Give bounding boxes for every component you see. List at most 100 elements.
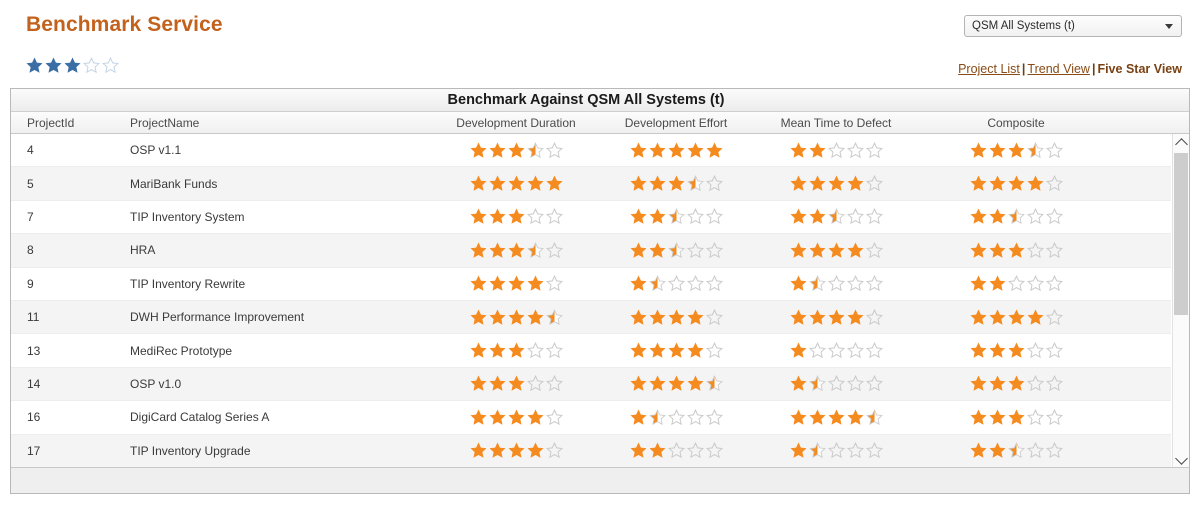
star-filled-icon	[969, 442, 987, 458]
star-filled-icon	[469, 442, 487, 458]
star-empty-icon	[545, 408, 563, 425]
star-empty-icon	[686, 408, 704, 425]
link-five-star-view[interactable]: Five Star View	[1097, 62, 1182, 76]
star-filled-icon	[26, 57, 43, 73]
star-filled-icon	[988, 375, 1006, 392]
star-filled-icon	[1007, 242, 1025, 258]
star-empty-icon	[1026, 241, 1044, 258]
star-filled-icon	[789, 342, 807, 358]
star-filled-icon	[988, 342, 1006, 358]
column-header-development-duration[interactable]: Development Duration	[436, 116, 596, 130]
star-filled-icon	[846, 409, 864, 425]
star-empty-icon	[1026, 442, 1044, 459]
table-row[interactable]: 9 TIP Inventory Rewrite	[11, 267, 1171, 301]
star-filled-icon	[1007, 342, 1025, 358]
scrollbar-track[interactable]	[1173, 151, 1189, 451]
star-filled-icon	[686, 342, 704, 358]
column-header-composite[interactable]: Composite	[916, 116, 1116, 130]
star-filled-icon	[667, 375, 685, 392]
table-row[interactable]: 7 TIP Inventory System	[11, 200, 1171, 235]
star-half-icon	[1026, 141, 1044, 158]
table-row[interactable]: 11 DWH Performance Improvement	[11, 300, 1171, 335]
cell-mean-time-to-defect-rating	[756, 175, 916, 192]
table-row[interactable]: 13 MediRec Prototype	[11, 334, 1171, 368]
table-row[interactable]: 5 MariBank Funds	[11, 167, 1171, 201]
star-filled-icon	[469, 208, 487, 225]
system-select[interactable]: QSM All Systems (t)	[964, 15, 1182, 37]
star-filled-icon	[526, 309, 544, 325]
star-filled-icon	[545, 175, 563, 191]
star-empty-icon	[1045, 375, 1063, 392]
star-empty-icon	[83, 57, 100, 74]
star-rating	[469, 442, 563, 459]
star-filled-icon	[1007, 409, 1025, 425]
star-filled-icon	[488, 409, 506, 425]
star-filled-icon	[988, 175, 1006, 191]
scroll-down-button[interactable]	[1173, 451, 1189, 468]
vertical-scrollbar[interactable]	[1172, 134, 1189, 468]
star-rating	[969, 442, 1063, 459]
star-empty-icon	[705, 442, 723, 459]
star-rating	[629, 142, 723, 159]
star-rating	[629, 375, 723, 392]
star-rating	[469, 342, 563, 359]
star-filled-icon	[969, 309, 987, 325]
star-empty-icon	[827, 375, 845, 392]
cell-development-effort-rating	[596, 375, 756, 392]
chevron-up-icon	[1174, 137, 1188, 151]
star-half-icon	[827, 208, 845, 225]
star-filled-icon	[488, 309, 506, 325]
star-empty-icon	[846, 442, 864, 459]
cell-projectid: 11	[27, 310, 40, 325]
star-filled-icon	[507, 142, 525, 158]
star-empty-icon	[526, 375, 544, 392]
star-rating	[969, 375, 1063, 392]
chevron-down-icon	[1174, 451, 1188, 465]
cell-mean-time-to-defect-rating	[756, 342, 916, 359]
star-rating	[629, 208, 723, 225]
scrollbar-thumb[interactable]	[1174, 153, 1188, 315]
cell-development-duration-rating	[436, 175, 596, 192]
table-row[interactable]: 4 OSP v1.1	[11, 134, 1171, 168]
star-filled-icon	[988, 409, 1006, 425]
star-filled-icon	[629, 342, 647, 358]
star-filled-icon	[988, 275, 1006, 291]
star-empty-icon	[808, 342, 826, 359]
link-trend-view[interactable]: Trend View	[1027, 62, 1090, 76]
table-row[interactable]: 8 HRA	[11, 234, 1171, 268]
column-header-projectname[interactable]: ProjectName	[116, 116, 436, 130]
scroll-up-button[interactable]	[1173, 134, 1189, 151]
star-filled-icon	[469, 342, 487, 358]
star-filled-icon	[648, 242, 666, 258]
star-empty-icon	[865, 375, 883, 392]
table-row[interactable]: 17 TIP Inventory Upgrade	[11, 434, 1171, 468]
star-filled-icon	[808, 175, 826, 191]
table-row[interactable]: 16 DigiCard Catalog Series A	[11, 401, 1171, 435]
star-empty-icon	[1045, 442, 1063, 459]
star-filled-icon	[488, 175, 506, 191]
cell-mean-time-to-defect-rating	[756, 275, 916, 292]
column-header-development-effort[interactable]: Development Effort	[596, 116, 756, 130]
star-empty-icon	[865, 141, 883, 158]
column-header-mean-time-to-defect[interactable]: Mean Time to Defect	[756, 116, 916, 130]
star-filled-icon	[469, 375, 487, 392]
star-filled-icon	[526, 175, 544, 191]
star-filled-icon	[988, 309, 1006, 325]
cell-projectname: OSP v1.0	[130, 376, 182, 391]
star-rating	[469, 308, 563, 326]
star-filled-icon	[808, 242, 826, 258]
star-filled-icon	[789, 142, 807, 158]
star-filled-icon	[629, 375, 647, 392]
link-project-list[interactable]: Project List	[958, 62, 1020, 76]
star-rating	[789, 442, 883, 459]
star-filled-icon	[667, 142, 685, 158]
cell-projectid: 13	[27, 343, 41, 358]
table-row[interactable]: 14 OSP v1.0	[11, 367, 1171, 402]
star-filled-icon	[846, 309, 864, 325]
star-filled-icon	[648, 208, 666, 225]
star-filled-icon	[969, 175, 987, 191]
column-header-projectid[interactable]: ProjectId	[11, 116, 116, 130]
star-filled-icon	[507, 242, 525, 258]
cell-development-effort-rating	[596, 241, 756, 259]
cell-development-effort-rating	[596, 208, 756, 225]
